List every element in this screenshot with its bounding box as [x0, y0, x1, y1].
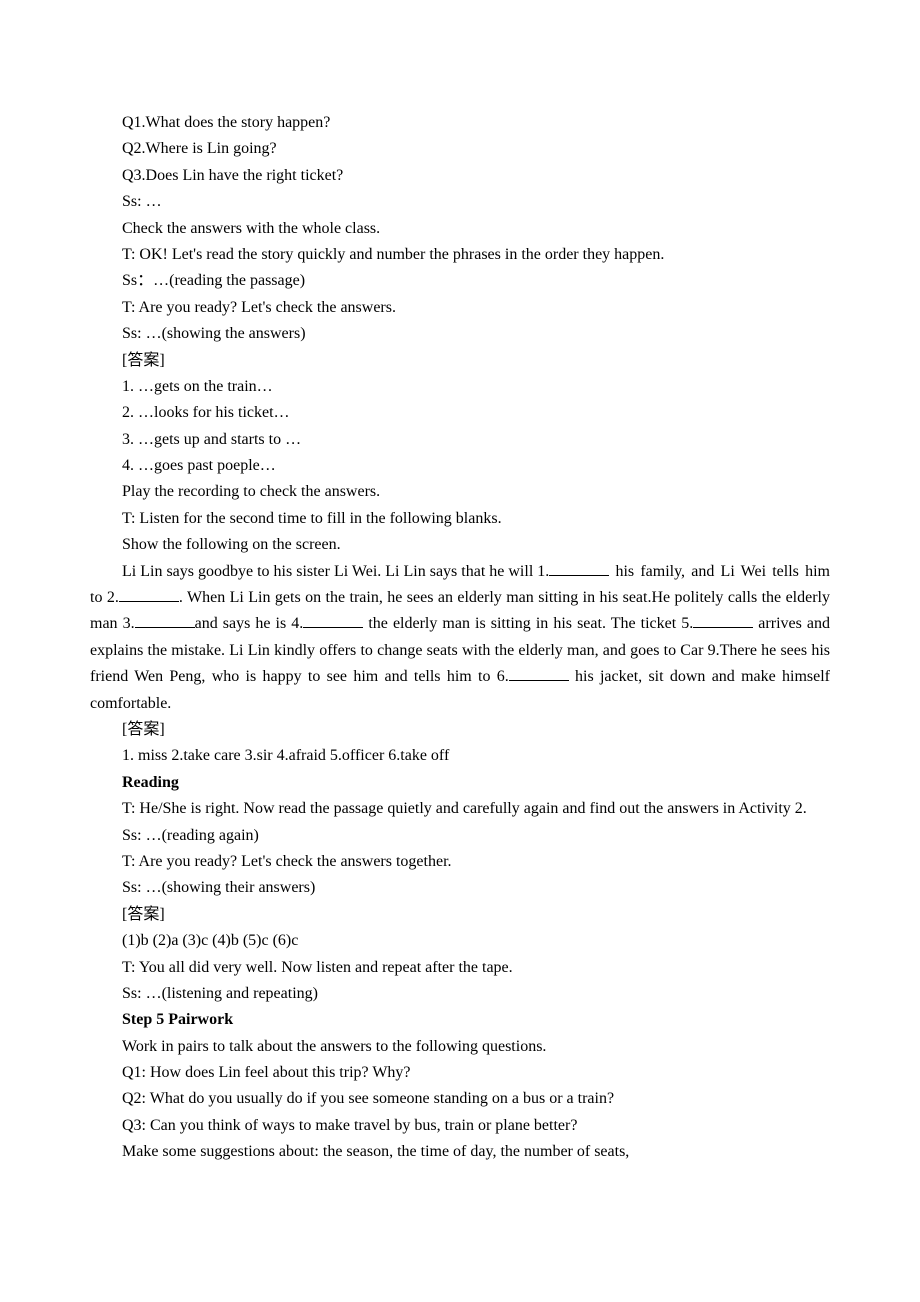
answer-list-2: 1. miss 2.take care 3.sir 4.afraid 5.off… [90, 743, 830, 769]
blank-1 [549, 559, 609, 576]
student-response-6: Ss: …(listening and repeating) [90, 981, 830, 1007]
cloze-seg-1e: the elderly man is sitting in his seat. … [363, 615, 693, 632]
answer-1: 1. …gets on the train… [90, 374, 830, 400]
teacher-line-4: T: He/She is right. Now read the passage… [90, 796, 830, 822]
question-1: Q1.What does the story happen? [90, 110, 830, 136]
pairwork-instruction: Work in pairs to talk about the answers … [90, 1034, 830, 1060]
answer-label-2: [答案] [90, 717, 830, 743]
blank-5 [693, 611, 753, 628]
answer-2: 2. …looks for his ticket… [90, 400, 830, 426]
teacher-line-1: T: OK! Let's read the story quickly and … [90, 242, 830, 268]
suggestion-line: Make some suggestions about: the season,… [90, 1139, 830, 1165]
student-response-4: Ss: …(reading again) [90, 823, 830, 849]
pair-q1: Q1: How does Lin feel about this trip? W… [90, 1060, 830, 1086]
blank-2 [119, 585, 179, 602]
cloze-paragraph: Li Lin says goodbye to his sister Li Wei… [90, 559, 830, 717]
teacher-line-3: T: Listen for the second time to fill in… [90, 506, 830, 532]
teacher-line-5: T: Are you ready? Let's check the answer… [90, 849, 830, 875]
instruction-play: Play the recording to check the answers. [90, 479, 830, 505]
cloze-seg-1a: Li Lin says goodbye to his sister Li Wei… [90, 559, 549, 585]
reading-heading: Reading [90, 770, 830, 796]
teacher-line-2: T: Are you ready? Let's check the answer… [90, 295, 830, 321]
answer-3: 3. …gets up and starts to … [90, 427, 830, 453]
question-3: Q3.Does Lin have the right ticket? [90, 163, 830, 189]
pair-q2: Q2: What do you usually do if you see so… [90, 1086, 830, 1112]
student-response-2: Ss：…(reading the passage) [90, 268, 830, 294]
teacher-line-4-text: T: He/She is right. Now read the passage… [90, 796, 807, 822]
blank-4 [303, 611, 363, 628]
teacher-line-1-text: T: OK! Let's read the story quickly and … [90, 242, 664, 268]
answer-4: 4. …goes past poeple… [90, 453, 830, 479]
answer-label-1: [答案] [90, 348, 830, 374]
student-response-5: Ss: …(showing their answers) [90, 875, 830, 901]
student-response-3: Ss: …(showing the answers) [90, 321, 830, 347]
pair-q3: Q3: Can you think of ways to make travel… [90, 1113, 830, 1139]
document-page: Q1.What does the story happen? Q2.Where … [0, 0, 920, 1276]
blank-6 [509, 664, 569, 681]
blank-3 [135, 611, 195, 628]
student-response-1: Ss: … [90, 189, 830, 215]
instruction-check: Check the answers with the whole class. [90, 216, 830, 242]
instruction-show: Show the following on the screen. [90, 532, 830, 558]
answer-label-3: [答案] [90, 902, 830, 928]
answer-list-3: (1)b (2)a (3)c (4)b (5)c (6)c [90, 928, 830, 954]
cloze-seg-1d: and says he is 4. [195, 615, 304, 632]
teacher-line-6: T: You all did very well. Now listen and… [90, 955, 830, 981]
question-2: Q2.Where is Lin going? [90, 136, 830, 162]
step-5-heading: Step 5 Pairwork [90, 1007, 830, 1033]
